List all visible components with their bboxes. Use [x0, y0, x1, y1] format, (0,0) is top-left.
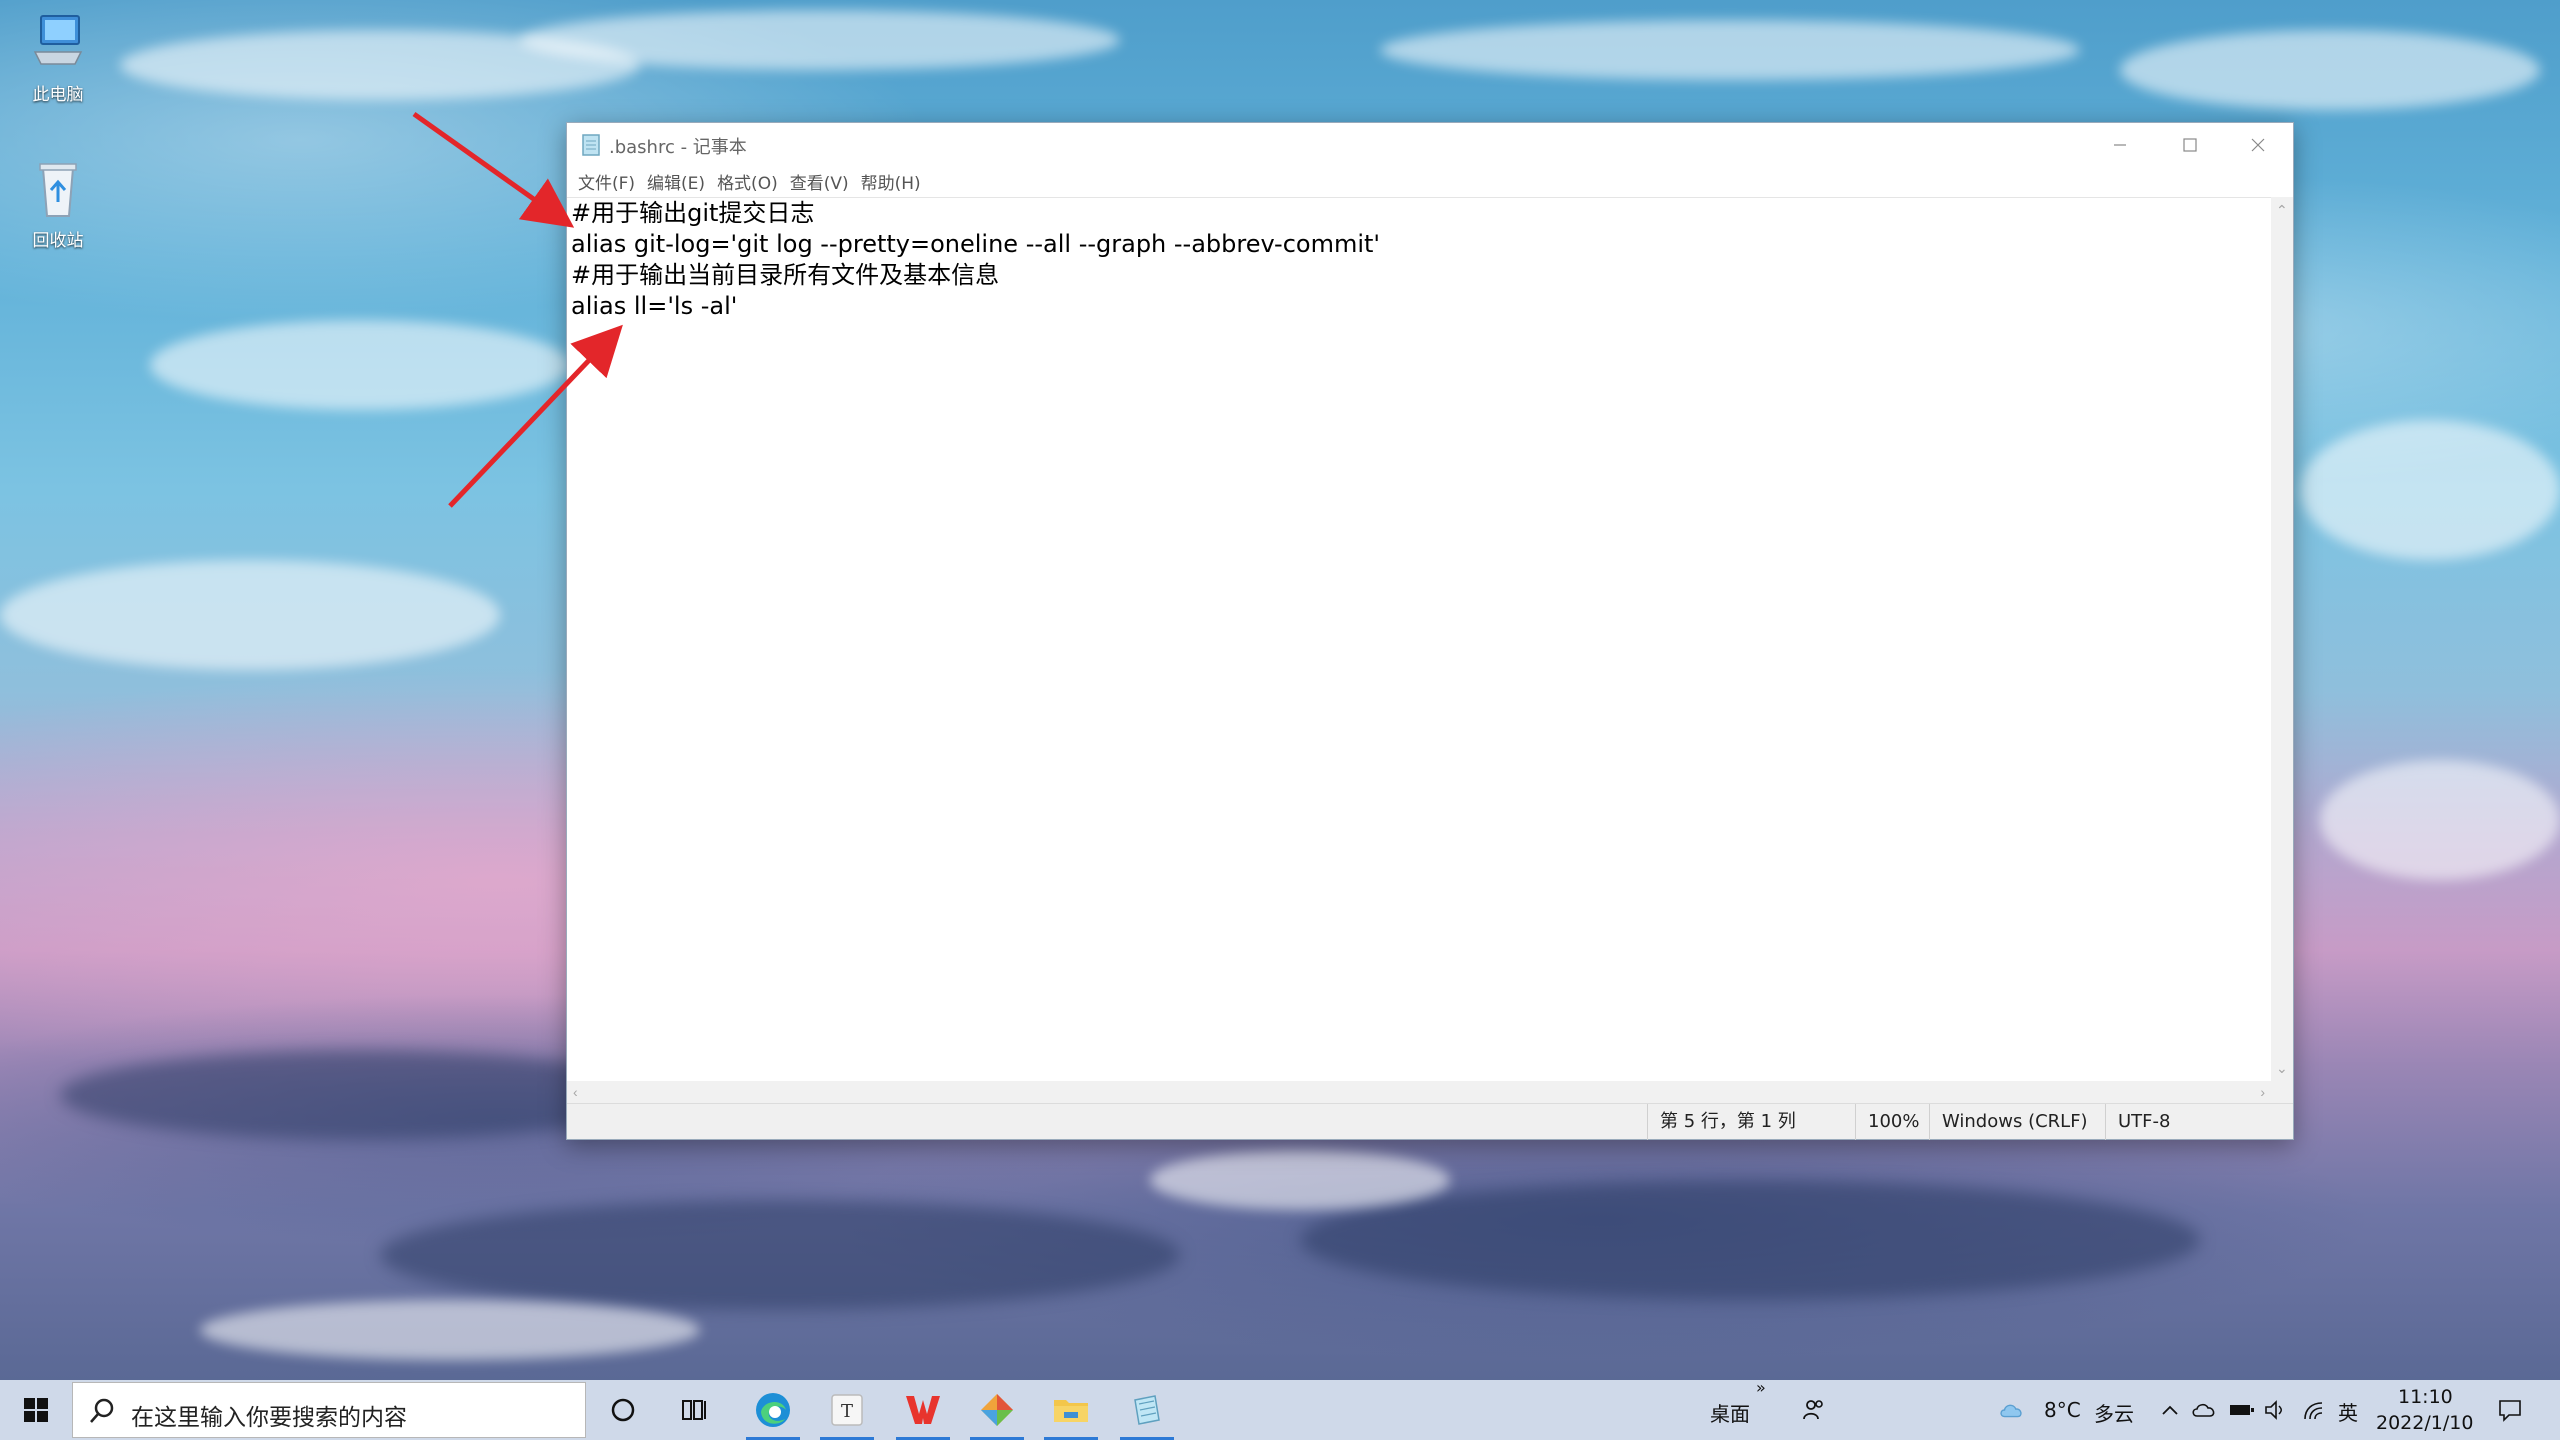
scroll-down-icon[interactable]: ⌄ [2276, 1061, 2288, 1075]
network-button[interactable] [2300, 1396, 2328, 1424]
window-title: .bashrc - 记事本 [609, 137, 747, 158]
onedrive-icon [2192, 1403, 2215, 1417]
search-placeholder: 在这里输入你要搜索的内容 [131, 1405, 407, 1431]
editor-line: alias ll='ls -al' [571, 292, 738, 320]
people-button[interactable] [1800, 1396, 1828, 1424]
desktop-icon-label: 此电脑 [32, 85, 84, 104]
taskbar-app-git[interactable] [966, 1380, 1028, 1440]
weather-widget[interactable] [1998, 1396, 2026, 1424]
desktop-icon-recycle-bin[interactable]: 回收站 [8, 156, 108, 251]
status-zoom: 100% [1855, 1104, 1929, 1140]
search-icon [90, 1398, 114, 1423]
start-button[interactable] [0, 1380, 72, 1440]
notepad-window: .bashrc - 记事本 文件(F) 编辑(E) 格式(O) 查看(V) 帮助… [566, 122, 2294, 1140]
people-icon [1803, 1400, 1823, 1420]
taskbar-search-box[interactable]: 在这里输入你要搜索的内容 [72, 1382, 586, 1438]
wps-icon [906, 1396, 940, 1424]
input-method-indicator[interactable]: 英 [2338, 1397, 2358, 1426]
taskbar-app-wps[interactable] [892, 1380, 954, 1440]
title-bar[interactable]: .bashrc - 记事本 [567, 123, 2293, 167]
clock-date[interactable]: 2022/1/10 [2376, 1412, 2473, 1434]
vertical-scrollbar[interactable]: ⌃ ⌄ [2271, 197, 2293, 1081]
task-view-button[interactable] [664, 1380, 726, 1440]
desktop-icon-this-pc[interactable]: 此电脑 [8, 10, 108, 105]
horizontal-scrollbar[interactable]: ‹ › [567, 1081, 2271, 1103]
scroll-left-icon[interactable]: ‹ [573, 1085, 578, 1099]
notification-icon [2499, 1400, 2521, 1422]
close-icon [2251, 138, 2265, 152]
status-cursor-position: 第 5 行，第 1 列 [1647, 1104, 1855, 1140]
menu-help[interactable]: 帮助(H) [856, 169, 928, 194]
cloud-icon [2000, 1404, 2022, 1418]
scrollbar-corner [2271, 1081, 2293, 1103]
minimize-icon [2114, 144, 2126, 146]
menu-format[interactable]: 格式(O) [712, 169, 785, 194]
onedrive-button[interactable] [2190, 1396, 2218, 1424]
clock-time[interactable]: 11:10 [2398, 1386, 2453, 1408]
maximize-icon [2183, 138, 2197, 152]
volume-icon [2265, 1400, 2282, 1420]
volume-button[interactable] [2262, 1396, 2290, 1424]
file-explorer-icon [1054, 1400, 1088, 1422]
battery-button[interactable] [2228, 1396, 2256, 1424]
editor-line: alias git-log='git log --pretty=oneline … [571, 230, 1381, 258]
show-hidden-icons-button[interactable] [2156, 1396, 2184, 1424]
toolbar-chevron-icon[interactable]: » [1756, 1378, 1766, 1397]
maximize-button[interactable] [2155, 123, 2225, 167]
taskbar-app-edge[interactable] [742, 1380, 804, 1440]
wifi-icon [2304, 1402, 2323, 1420]
menu-file[interactable]: 文件(F) [573, 169, 642, 194]
task-view-icon [682, 1400, 706, 1420]
cortana-icon [611, 1398, 635, 1422]
desktop-toolbar-label[interactable]: 桌面 [1710, 1398, 1750, 1427]
cortana-button[interactable] [592, 1380, 654, 1440]
notepad-icon [1134, 1395, 1160, 1425]
status-bar: 第 5 行，第 1 列 100% Windows (CRLF) UTF-8 [567, 1103, 2293, 1140]
menu-edit[interactable]: 编辑(E) [642, 169, 712, 194]
status-encoding: UTF-8 [2105, 1104, 2293, 1140]
taskbar-app-notepad[interactable] [1116, 1380, 1178, 1440]
menu-bar: 文件(F) 编辑(E) 格式(O) 查看(V) 帮助(H) [567, 167, 2293, 195]
chevron-up-icon [2162, 1405, 2178, 1415]
typora-icon: T [831, 1394, 863, 1426]
git-icon [981, 1394, 1013, 1426]
action-center-button[interactable] [2496, 1396, 2524, 1424]
scroll-up-icon[interactable]: ⌃ [2276, 203, 2288, 217]
taskbar-app-file-explorer[interactable] [1040, 1380, 1102, 1440]
recycle-bin-icon [39, 163, 77, 217]
taskbar-app-typora[interactable]: T [816, 1380, 878, 1440]
status-line-ending: Windows (CRLF) [1929, 1104, 2105, 1140]
desktop-icon-label: 回收站 [32, 231, 84, 250]
menu-view[interactable]: 查看(V) [785, 169, 856, 194]
close-button[interactable] [2223, 123, 2293, 167]
taskbar: 在这里输入你要搜索的内容 T 桌面 » 8°C 多云 英 11:10 2022/… [0, 1378, 2560, 1440]
editor-line: #用于输出当前目录所有文件及基本信息 [571, 261, 1000, 289]
battery-icon [2230, 1405, 2254, 1415]
scroll-right-icon[interactable]: › [2260, 1085, 2265, 1099]
weather-temperature[interactable]: 8°C [2044, 1398, 2081, 1422]
edge-icon [756, 1393, 790, 1427]
minimize-button[interactable] [2085, 123, 2155, 167]
weather-condition[interactable]: 多云 [2094, 1398, 2134, 1427]
svg-text:T: T [841, 1401, 853, 1422]
windows-logo-icon [24, 1398, 48, 1422]
notepad-icon [582, 134, 600, 156]
editor-line: #用于输出git提交日志 [571, 199, 815, 227]
computer-icon [33, 15, 83, 65]
text-editor[interactable]: #用于输出git提交日志 alias git-log='git log --pr… [567, 197, 2271, 1082]
